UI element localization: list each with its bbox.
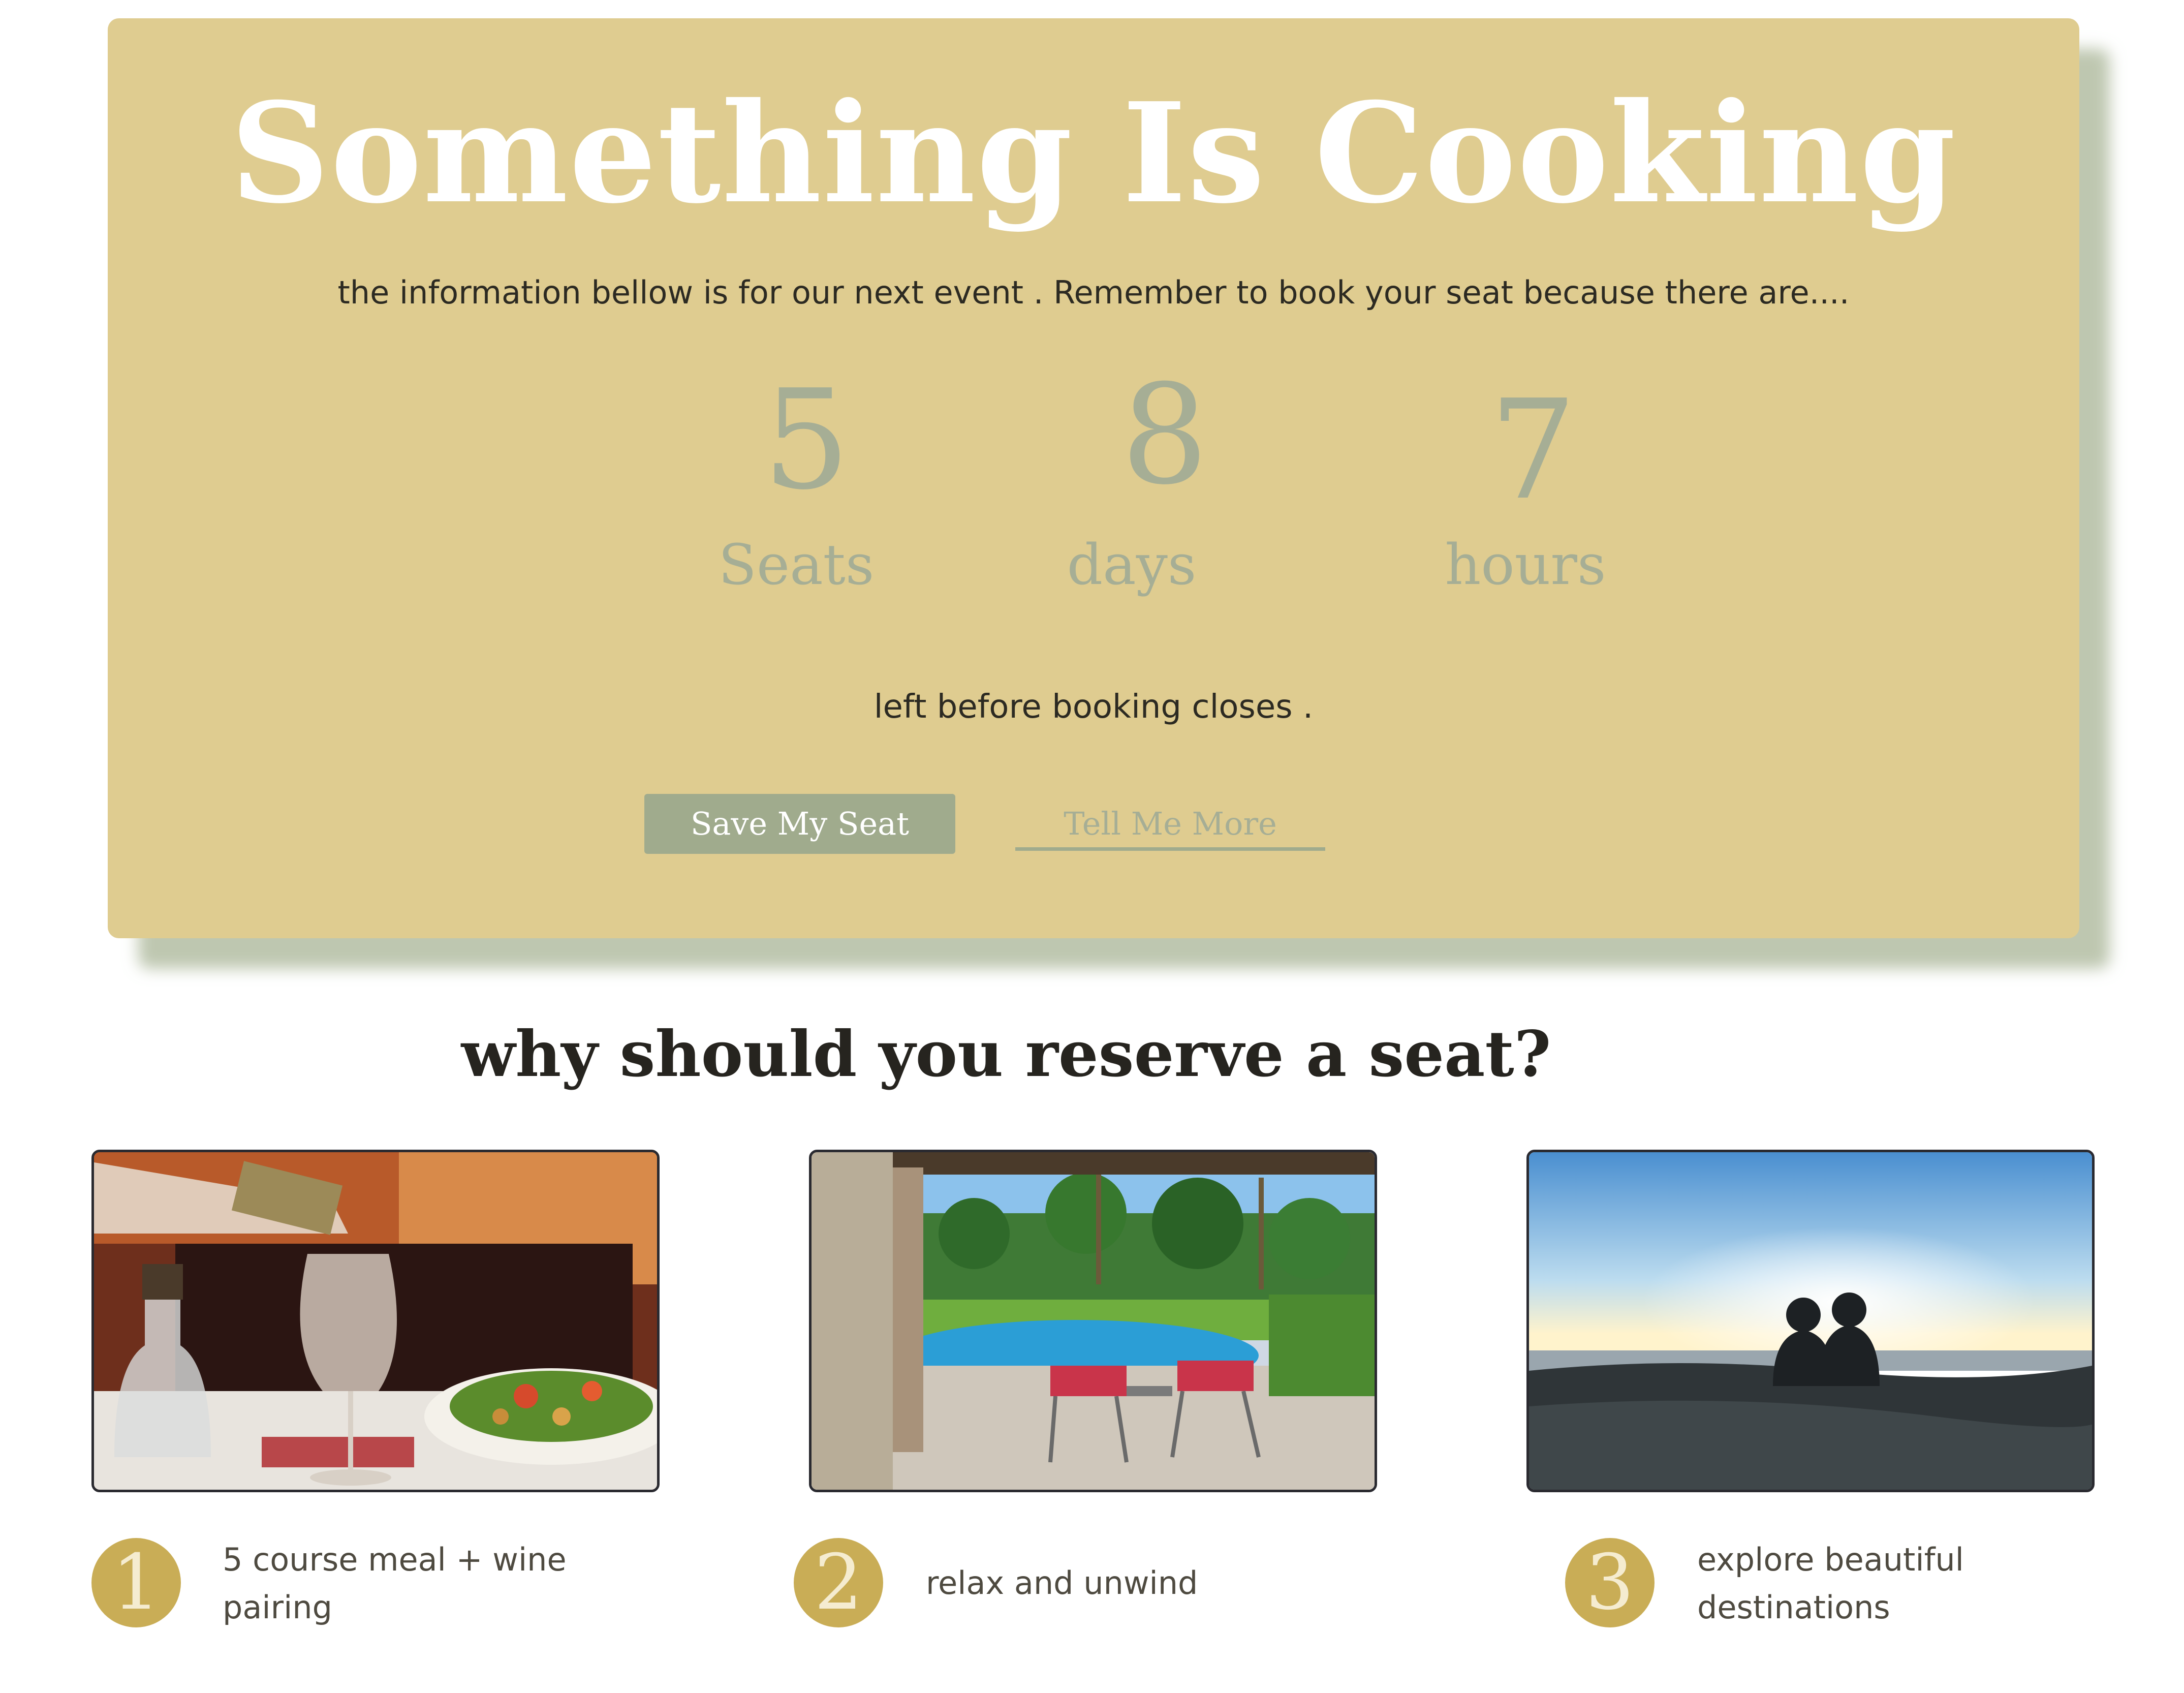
days-counter: 8 days — [1050, 359, 1304, 598]
hero-title: Something Is Cooking — [230, 72, 1957, 234]
wine-dinner-photo — [91, 1150, 660, 1492]
booking-closes-text: left before booking closes . — [873, 688, 1314, 726]
seats-counter: 5 Seats — [669, 360, 923, 598]
pool-patio-photo — [809, 1150, 1377, 1492]
hero-subtitle: the information bellow is for our next e… — [337, 274, 1850, 311]
step-3-badge: 3 — [1565, 1538, 1655, 1627]
seats-count-value: 5 — [763, 360, 850, 520]
step-1-badge: 1 — [91, 1538, 181, 1627]
hours-counter: 7 hours — [1398, 370, 1652, 598]
feature-1-text: 5 course meal + wine pairing — [223, 1541, 567, 1626]
section-heading: why should you reserve a seat? — [461, 1018, 1551, 1091]
step-2-badge: 2 — [794, 1538, 883, 1627]
seats-count-label: Seats — [718, 532, 875, 597]
hours-count-label: hours — [1445, 532, 1606, 597]
feature-2-text: relax and unwind — [926, 1564, 1198, 1602]
days-count-label: days — [1067, 532, 1197, 597]
save-my-seat-button[interactable]: Save My Seat — [644, 794, 955, 854]
tell-me-more-button[interactable]: Tell Me More — [1015, 794, 1325, 851]
hours-count-value: 7 — [1489, 370, 1577, 530]
sunset-couple-photo — [1526, 1150, 2095, 1492]
days-count-value: 8 — [1121, 355, 1208, 515]
feature-3-text: explore beautiful destinations — [1697, 1541, 1964, 1626]
